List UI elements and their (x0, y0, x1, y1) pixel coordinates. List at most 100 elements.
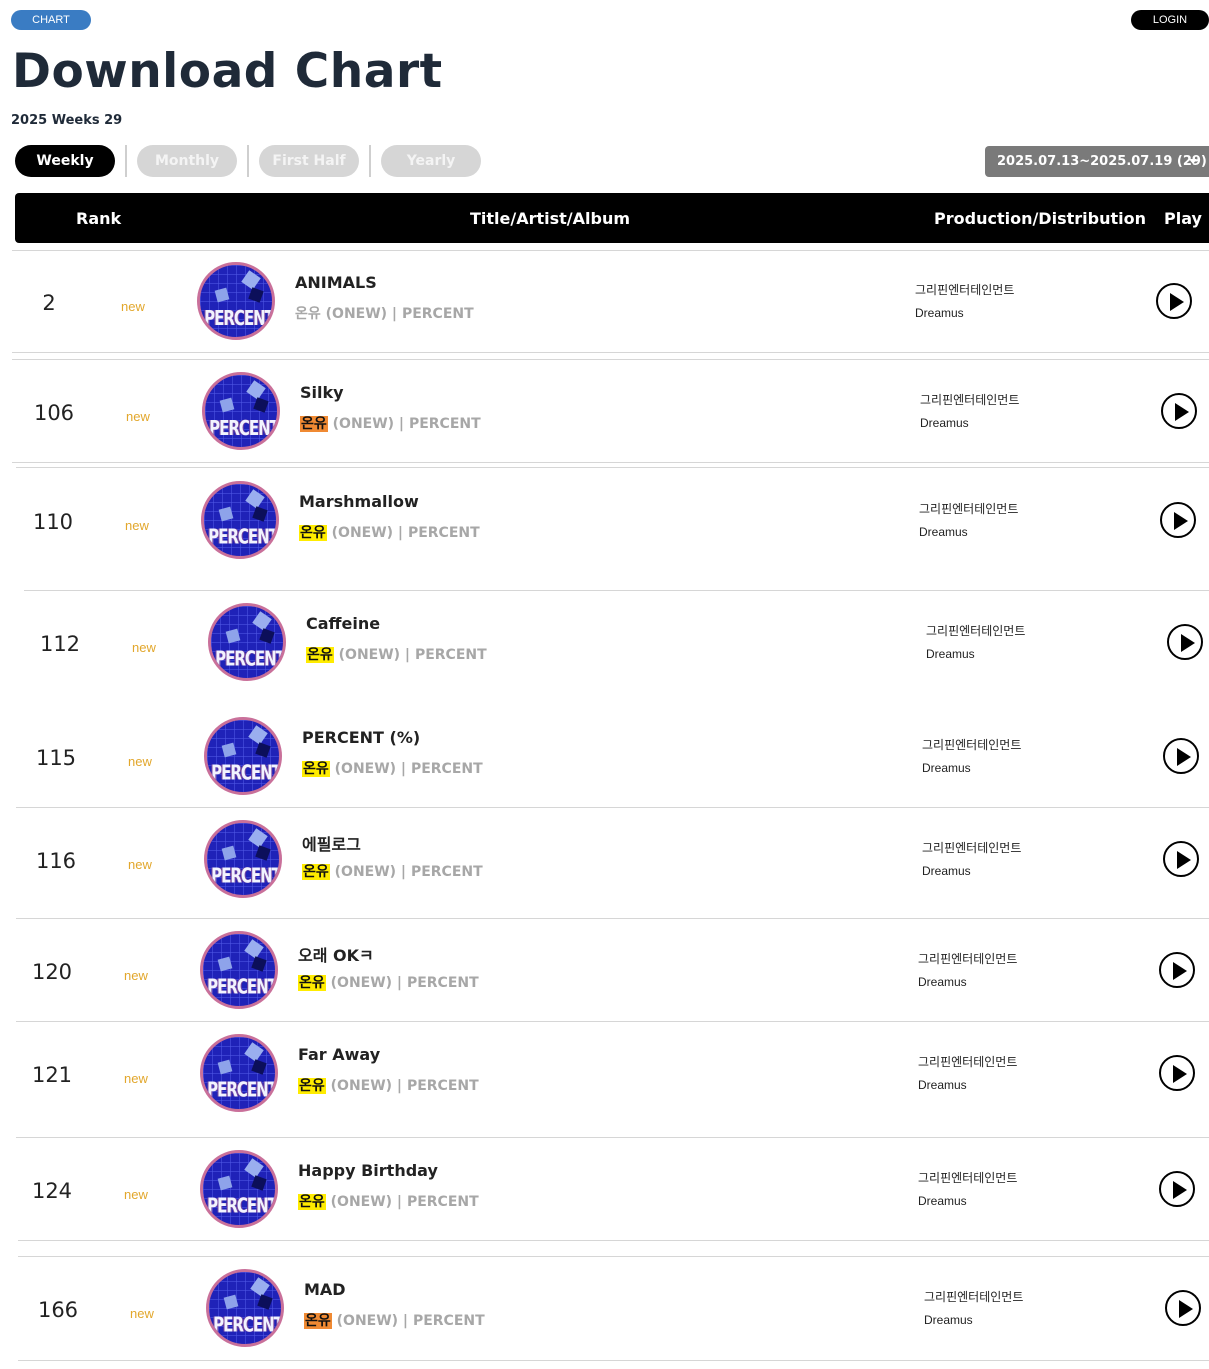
tab-monthly[interactable]: Monthly (137, 145, 237, 177)
song-artist-album[interactable]: 온유 (ONEW) | PERCENT (302, 758, 483, 778)
row-divider (12, 462, 1209, 463)
song-artist-album[interactable]: 온유 (ONEW) | PERCENT (306, 644, 487, 664)
artist-name[interactable]: 온유 (300, 416, 328, 432)
song-title[interactable]: Marshmallow (299, 492, 419, 511)
new-badge: new (121, 299, 145, 314)
login-button[interactable]: LOGIN (1131, 10, 1209, 30)
song-artist-album[interactable]: 온유 (ONEW) | PERCENT (298, 972, 479, 992)
meta-separator: | (392, 1078, 407, 1094)
tab-weekly[interactable]: Weekly (15, 145, 115, 177)
album-cover[interactable]: PERCENT (202, 372, 280, 450)
song-artist-album[interactable]: 온유 (ONEW) | PERCENT (299, 522, 480, 542)
song-title[interactable]: 에필로그 (302, 831, 361, 855)
song-artist-album[interactable]: 온유 (ONEW) | PERCENT (298, 1191, 479, 1211)
new-badge: new (128, 857, 152, 872)
play-icon[interactable] (1160, 502, 1196, 538)
column-header-play: Play (1164, 209, 1202, 228)
new-badge: new (126, 409, 150, 424)
artist-name[interactable]: 온유 (298, 1078, 326, 1094)
play-icon[interactable] (1161, 393, 1197, 429)
new-badge: new (132, 640, 156, 655)
artist-english-name: (ONEW) (332, 416, 395, 432)
row-divider (16, 807, 1209, 808)
play-icon[interactable] (1167, 624, 1203, 660)
row-divider (18, 1360, 1209, 1361)
play-icon[interactable] (1159, 1171, 1195, 1207)
song-artist-album[interactable]: 온유 (ONEW) | PERCENT (304, 1310, 485, 1330)
album-name[interactable]: PERCENT (409, 416, 481, 432)
row-divider (12, 352, 1209, 353)
album-name[interactable]: PERCENT (407, 1194, 479, 1210)
song-artist-album[interactable]: 온유 (ONEW) | PERCENT (300, 413, 481, 433)
new-badge: new (124, 1071, 148, 1086)
song-title[interactable]: MAD (304, 1280, 346, 1299)
play-icon[interactable] (1163, 738, 1199, 774)
song-artist-album[interactable]: 온유 (ONEW) | PERCENT (298, 1075, 479, 1095)
artist-name[interactable]: 온유 (302, 761, 330, 777)
play-icon[interactable] (1159, 952, 1195, 988)
song-title[interactable]: Happy Birthday (298, 1161, 438, 1180)
artist-name[interactable]: 온유 (302, 864, 330, 880)
album-cover[interactable]: PERCENT (206, 1269, 284, 1347)
album-cover-word: PERCENT (213, 1312, 283, 1338)
album-name[interactable]: PERCENT (407, 975, 479, 991)
artist-english-name: (ONEW) (334, 864, 397, 880)
meta-separator: | (400, 647, 415, 663)
tab-divider (125, 145, 127, 177)
tab-divider (369, 145, 371, 177)
period-select-value: 2025.07.13~2025.07.19 (29) (997, 154, 1207, 169)
song-artist-album[interactable]: 온유 (ONEW) | PERCENT (302, 861, 483, 881)
page-title: Download Chart (12, 44, 443, 99)
artist-name[interactable]: 온유 (299, 525, 327, 541)
chart-chip[interactable]: CHART (11, 10, 91, 30)
album-cover[interactable]: PERCENT (200, 1034, 278, 1112)
play-icon[interactable] (1163, 841, 1199, 877)
album-name[interactable]: PERCENT (402, 306, 474, 322)
album-cover[interactable]: PERCENT (208, 603, 286, 681)
distribution-company: Dreamus (918, 1194, 967, 1208)
period-select[interactable]: 2025.07.13~2025.07.19 (29) (985, 146, 1209, 177)
meta-separator: | (396, 761, 411, 777)
row-divider (12, 359, 1209, 360)
album-name[interactable]: PERCENT (411, 761, 483, 777)
artist-name[interactable]: 온유 (306, 647, 334, 663)
album-cover[interactable]: PERCENT (197, 262, 275, 340)
row-divider (16, 1137, 1209, 1138)
album-cover[interactable]: PERCENT (200, 1150, 278, 1228)
song-title[interactable]: Silky (300, 383, 344, 402)
play-icon[interactable] (1165, 1290, 1201, 1326)
tab-yearly[interactable]: Yearly (381, 145, 481, 177)
tab-first-half[interactable]: First Half (259, 145, 359, 177)
production-company: 그리핀엔터테인먼트 (915, 283, 1015, 297)
artist-name[interactable]: 온유 (298, 1194, 326, 1210)
new-badge: new (128, 754, 152, 769)
album-name[interactable]: PERCENT (415, 647, 487, 663)
album-name[interactable]: PERCENT (407, 1078, 479, 1094)
artist-name[interactable]: 온유 (298, 975, 326, 991)
album-name[interactable]: PERCENT (413, 1313, 485, 1329)
play-icon[interactable] (1159, 1055, 1195, 1091)
song-title[interactable]: PERCENT (%) (302, 728, 420, 747)
song-title[interactable]: 오래 OKㅋ (298, 942, 374, 966)
row-divider (18, 1256, 1209, 1257)
artist-name[interactable]: 온유 (304, 1313, 332, 1329)
artist-name[interactable]: 온유 (295, 306, 321, 322)
album-name[interactable]: PERCENT (411, 864, 483, 880)
album-cover[interactable]: PERCENT (204, 717, 282, 795)
distribution-company: Dreamus (918, 975, 967, 989)
song-title[interactable]: ANIMALS (295, 273, 377, 292)
album-cover[interactable]: PERCENT (201, 481, 279, 559)
album-cover[interactable]: PERCENT (200, 931, 278, 1009)
meta-separator: | (392, 975, 407, 991)
song-title[interactable]: Caffeine (306, 614, 380, 633)
rank-number: 166 (37, 1298, 79, 1322)
song-title[interactable]: Far Away (298, 1045, 380, 1064)
album-cover[interactable]: PERCENT (204, 820, 282, 898)
distribution-company: Dreamus (922, 761, 971, 775)
chart-week-label: 2025 Weeks 29 (11, 113, 123, 128)
song-artist-album[interactable]: 온유 (ONEW) | PERCENT (295, 303, 474, 323)
column-header-rank: Rank (76, 209, 122, 228)
play-icon[interactable] (1156, 283, 1192, 319)
album-name[interactable]: PERCENT (408, 525, 480, 541)
new-badge: new (124, 1187, 148, 1202)
